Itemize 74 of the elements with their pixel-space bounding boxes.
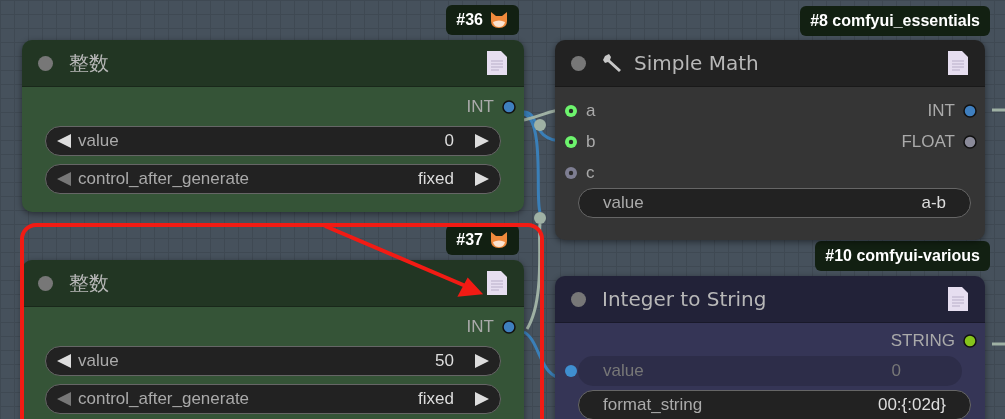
input-slot-icon[interactable] xyxy=(564,165,578,180)
node-title-bar[interactable]: Integer to String xyxy=(555,276,985,323)
output-label: INT xyxy=(466,96,494,117)
output-slot-icon[interactable] xyxy=(963,134,977,149)
widget-label: control_after_generate xyxy=(78,389,251,409)
output-slot-icon[interactable] xyxy=(502,319,516,334)
widget-label: control_after_generate xyxy=(78,169,251,189)
widget-label: format_string xyxy=(603,395,704,415)
widget-value: 0 xyxy=(444,131,454,151)
output-label: STRING xyxy=(890,330,955,351)
collapse-dot-icon[interactable] xyxy=(571,55,586,71)
node-title: 整数 xyxy=(69,269,110,297)
widget-label: value xyxy=(78,351,120,371)
input-label: a xyxy=(586,100,596,121)
input-slot-icon[interactable] xyxy=(564,134,578,149)
node-title-bar[interactable]: 整数 xyxy=(22,40,524,87)
input-label: c xyxy=(586,162,595,183)
collapse-dot-icon[interactable] xyxy=(38,275,53,291)
text-widget[interactable]: format_string 00:{:02d} xyxy=(578,390,971,419)
output-label: INT xyxy=(927,100,955,121)
widget-value: 0 xyxy=(891,361,901,381)
right-arrow-icon[interactable] xyxy=(474,353,490,369)
left-arrow-icon[interactable] xyxy=(56,353,72,369)
text-widget[interactable]: value a-b xyxy=(578,188,971,218)
combo-widget[interactable]: control_after_generate fixed xyxy=(45,384,501,414)
input-label: b xyxy=(586,131,596,152)
fox-icon xyxy=(489,11,509,29)
node-card[interactable]: Simple Math a INT b FLOAT c value a-b xyxy=(555,40,985,240)
badge-text: #37 xyxy=(456,231,483,249)
document-icon[interactable] xyxy=(486,270,508,296)
output-slot-icon[interactable] xyxy=(963,333,977,348)
widget-label: value xyxy=(603,193,645,213)
document-icon[interactable] xyxy=(947,50,969,76)
reroute-dot-icon[interactable] xyxy=(534,119,546,131)
node-card[interactable]: Integer to String STRING value 0 format_string 00:{:02d} xyxy=(555,276,985,419)
badge-text: #36 xyxy=(456,11,483,29)
node-title-bar[interactable]: Simple Math xyxy=(555,40,985,87)
node-title-bar[interactable]: 整数 xyxy=(22,260,524,307)
output-slot-icon[interactable] xyxy=(963,103,977,118)
right-arrow-icon[interactable] xyxy=(474,171,490,187)
widget-value: 00:{:02d} xyxy=(877,395,946,415)
right-arrow-icon[interactable] xyxy=(474,133,490,149)
widget-value: 50 xyxy=(435,351,454,371)
wire xyxy=(992,342,1005,346)
badge-text: #10 comfyui-various xyxy=(825,247,980,265)
collapse-dot-icon[interactable] xyxy=(38,55,53,71)
wrench-icon xyxy=(602,53,624,73)
widget-value: fixed xyxy=(418,389,454,409)
wire xyxy=(992,108,1005,112)
output-label: INT xyxy=(466,316,494,337)
collapse-dot-icon[interactable] xyxy=(571,291,586,307)
input-slot-icon[interactable] xyxy=(565,365,577,377)
output-label: FLOAT xyxy=(901,131,955,152)
widget-value: fixed xyxy=(418,169,454,189)
node-title: 整数 xyxy=(69,49,110,77)
number-widget[interactable]: value 0 xyxy=(45,126,501,156)
widget-label: value xyxy=(78,131,120,151)
badge-text: #8 comfyui_essentials xyxy=(810,12,980,30)
left-arrow-icon[interactable] xyxy=(56,133,72,149)
fox-icon xyxy=(489,231,509,249)
node-title: Simple Math xyxy=(634,51,760,75)
number-widget[interactable]: value 50 xyxy=(45,346,501,376)
reroute-dot-icon[interactable] xyxy=(534,212,546,224)
node-title: Integer to String xyxy=(602,287,768,311)
right-arrow-icon[interactable] xyxy=(474,391,490,407)
node-card[interactable]: 整数 INT value 0 control_after_generate fixed xyxy=(22,40,524,212)
output-slot-icon[interactable] xyxy=(502,99,516,114)
node-card[interactable]: 整数 INT value 50 control_after_generate fixed xyxy=(22,260,524,419)
document-icon[interactable] xyxy=(947,286,969,312)
widget-label: value xyxy=(603,361,645,381)
input-slot-icon[interactable] xyxy=(564,103,578,118)
document-icon[interactable] xyxy=(486,50,508,76)
widget-value: a-b xyxy=(921,193,946,213)
combo-widget[interactable]: control_after_generate fixed xyxy=(45,164,501,194)
